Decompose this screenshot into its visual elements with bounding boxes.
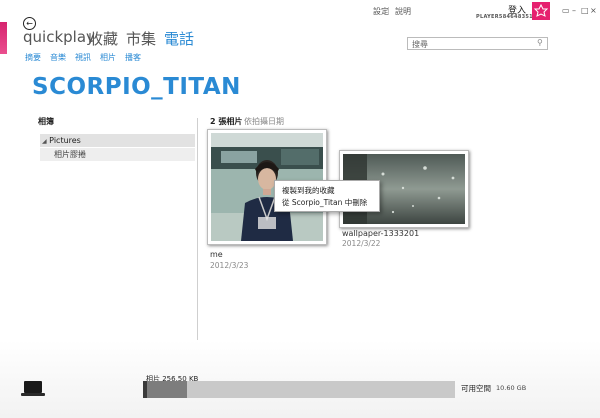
tree-item-pictures[interactable]: ◢ Pictures [40,134,195,147]
menu-item-delete-from-device[interactable]: 從 Scorpio_Titan 中刪除 [282,197,367,208]
search-input[interactable] [407,37,548,50]
tree-item-label: 相片膠捲 [54,150,86,159]
expand-triangle-icon[interactable]: ◢ [42,138,47,145]
search-icon[interactable]: ⚲ [537,38,543,47]
avatar[interactable] [532,2,550,20]
subnav-music[interactable]: 音樂 [50,52,66,63]
search-placeholder: 搜尋 [412,40,428,49]
menu-item-copy-to-collection[interactable]: 複製到我的收藏 [282,185,335,196]
photo-name: wallpaper-1333201 [342,229,420,238]
minimize-icon[interactable]: ▭ [562,6,570,15]
subnav-podcasts[interactable]: 播客 [125,52,141,63]
footer [0,340,600,418]
help-link[interactable]: 說明 [395,6,411,17]
tree-item-camera-roll[interactable]: 相片膠捲 [40,148,195,161]
free-space-label: 可用空間 [461,384,491,393]
device-title: SCORPIO_TITAN [32,74,241,100]
photo-count: 2 張相片 [210,117,243,126]
subnav-pictures[interactable]: 相片 [100,52,116,63]
context-menu: 複製到我的收藏 從 Scorpio_Titan 中刪除 [274,180,380,212]
accent-bar [0,22,7,54]
pane-divider [197,118,198,344]
photo-date: 2012/3/22 [342,239,381,248]
maximize-icon[interactable]: □ [581,6,589,15]
pivot-collection[interactable]: 收藏 [88,28,118,49]
tree-item-label: Pictures [49,136,81,145]
link-separator: | [387,6,390,15]
player-name: PLAYER584648351 [476,14,533,20]
free-space-value: 10.60 GB [496,384,527,392]
restore-icon[interactable]: – [572,6,576,15]
close-icon[interactable]: × [590,6,597,15]
pivot-quickplay[interactable]: quickplay [23,28,95,46]
pivot-phone[interactable]: 電話 [164,28,194,49]
subnav-summary[interactable]: 摘要 [25,52,41,63]
sidebar-heading: 相簿 [38,117,54,126]
sort-option[interactable]: 依拍攝日期 [244,116,284,127]
pivot-marketplace[interactable]: 市集 [126,28,156,49]
phone-device-icon[interactable] [21,380,45,397]
photo-date: 2012/3/23 [210,261,249,270]
storage-other-fill [147,381,187,398]
zune-logo-icon [533,3,549,17]
photo-name: me [210,250,223,259]
subnav-video[interactable]: 視訊 [75,52,91,63]
storage-bar [143,381,455,398]
